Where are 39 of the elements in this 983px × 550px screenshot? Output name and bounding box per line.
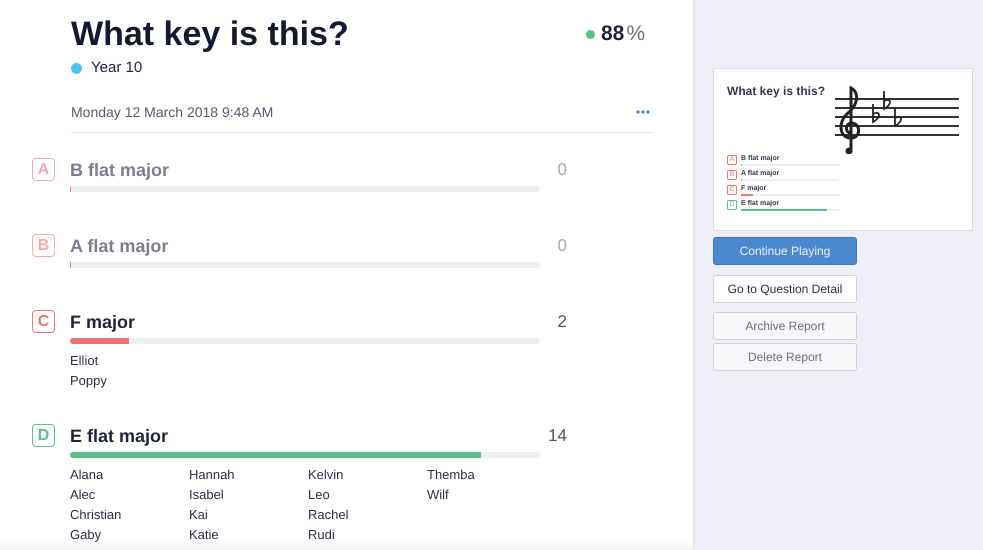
- score-value: 88: [600, 22, 624, 46]
- action-button[interactable]: Continue Playing: [713, 237, 857, 265]
- option-letter: C: [32, 310, 55, 333]
- answer-count: 0: [558, 235, 567, 257]
- option-letter: B: [32, 234, 55, 257]
- answer-count: 0: [558, 159, 567, 181]
- answer-label: F major: [70, 311, 136, 334]
- student-name: Christian: [70, 506, 122, 524]
- student-name: Elliot: [70, 352, 100, 370]
- date-text: Monday 12 March 2018 9:48 AM: [71, 103, 274, 122]
- answer-count: 2: [558, 311, 567, 333]
- answer-label: E flat major: [70, 425, 168, 448]
- student-name: Alana: [70, 466, 104, 484]
- question-title: What key is this?: [71, 14, 349, 54]
- student-name: Hannah: [189, 466, 236, 484]
- student-name: Rachel: [308, 506, 350, 524]
- more-icon[interactable]: [636, 110, 650, 114]
- option-letter: A: [32, 158, 55, 181]
- answer-label: A flat major: [70, 235, 168, 258]
- student-name: Kai: [189, 506, 209, 524]
- student-name: Rudi: [308, 526, 336, 544]
- student-name: Themba: [427, 466, 476, 484]
- action-button[interactable]: Archive Report: [713, 312, 857, 340]
- option-letter: D: [32, 424, 55, 447]
- student-name: Isabel: [189, 486, 225, 504]
- student-name: Gaby: [70, 526, 102, 544]
- answer-count: 14: [548, 425, 567, 447]
- student-name: Kelvin: [308, 466, 344, 484]
- percent-sign: %: [626, 22, 645, 46]
- student-name: Alec: [70, 486, 96, 504]
- student-name: Poppy: [70, 372, 108, 390]
- student-name: Leo: [308, 486, 331, 504]
- answer-label: B flat major: [70, 159, 170, 182]
- action-button[interactable]: Go to Question Detail: [713, 275, 857, 303]
- class-name: Year 10: [91, 58, 142, 78]
- action-button[interactable]: Delete Report: [713, 343, 857, 371]
- student-name: Katie: [189, 526, 220, 544]
- preview-title: What key is this?: [727, 84, 826, 100]
- student-name: Wilf: [427, 486, 450, 504]
